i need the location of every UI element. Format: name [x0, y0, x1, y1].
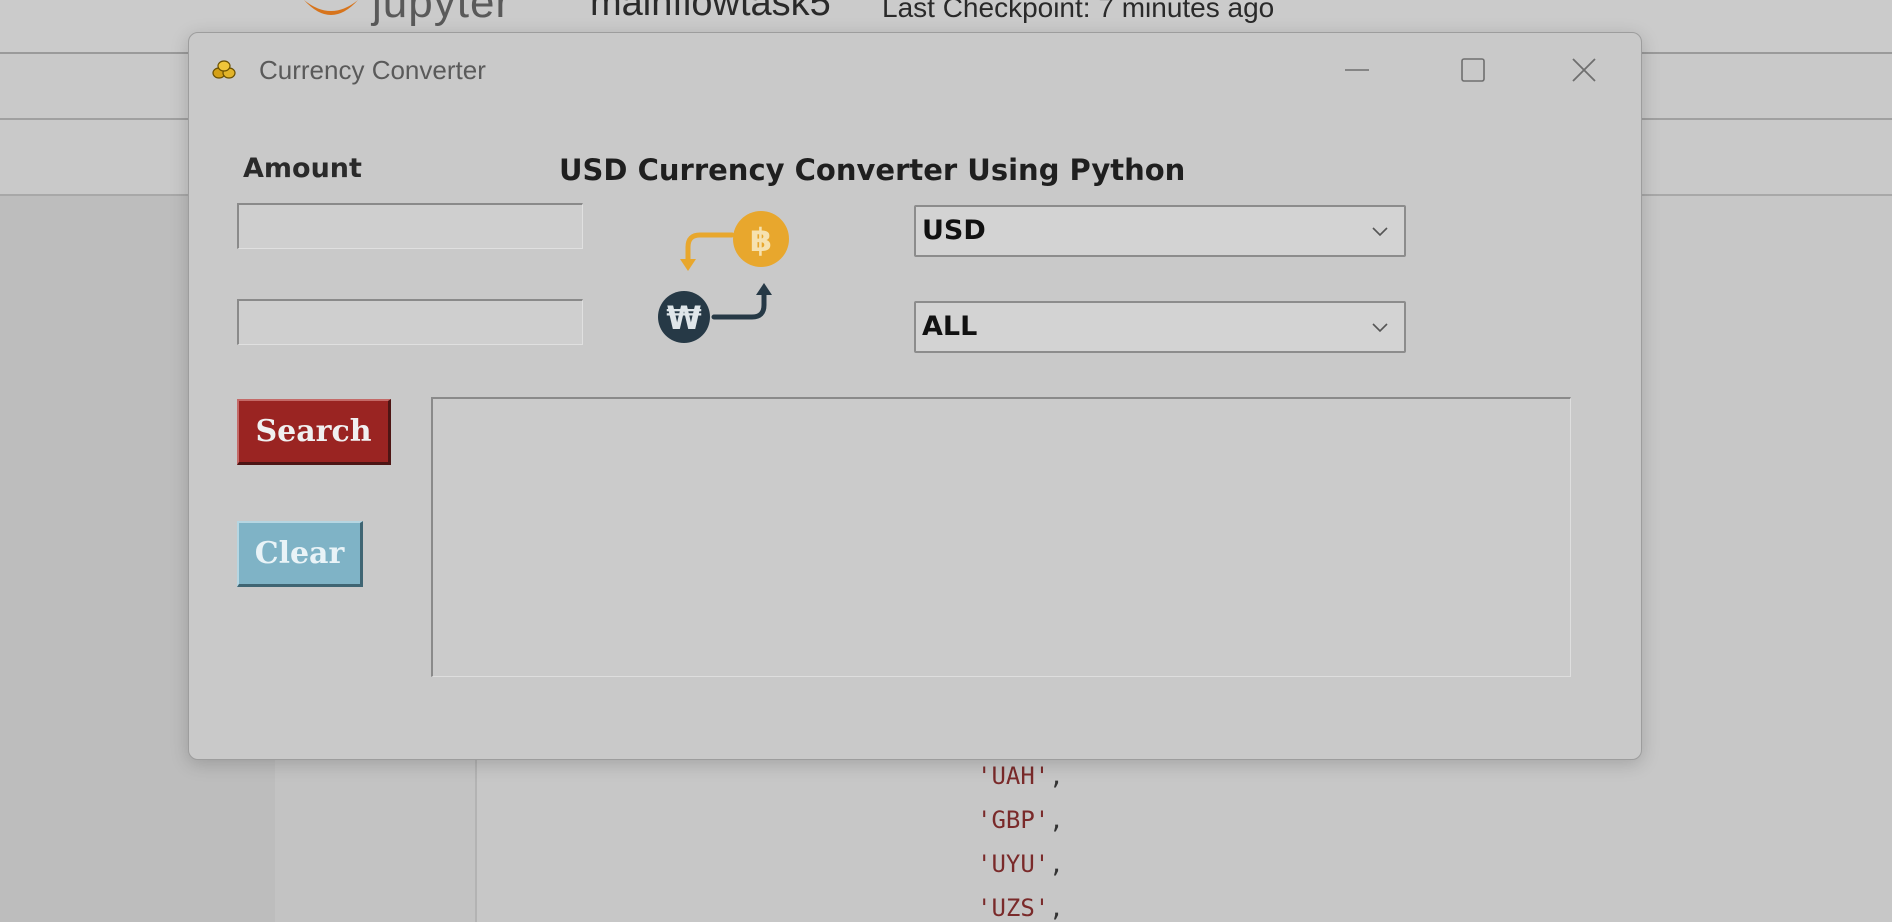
code-line: 'UAH', — [977, 762, 1064, 790]
close-icon — [1572, 58, 1596, 82]
code-string: 'GBP' — [977, 806, 1050, 834]
minimize-icon — [1345, 69, 1369, 71]
amount-input[interactable] — [237, 203, 583, 249]
svg-text:₩: ₩ — [666, 299, 701, 337]
window-title: Currency Converter — [259, 55, 486, 85]
minimize-button[interactable] — [1337, 53, 1377, 87]
output-text-area[interactable] — [431, 397, 1571, 677]
close-button[interactable] — [1564, 53, 1604, 87]
currency-converter-window: Currency Converter Amount USD Currency C… — [188, 32, 1642, 760]
window-titlebar[interactable]: Currency Converter — [189, 33, 1641, 107]
checkpoint-status: Last Checkpoint: 7 minutes ago — [882, 0, 1275, 23]
search-button[interactable]: Search — [237, 399, 391, 465]
svg-text:฿: ฿ — [750, 221, 772, 259]
to-currency-value: ALL — [922, 311, 978, 342]
jupyter-logo-icon — [304, 0, 358, 15]
code-line: 'GBP', — [977, 806, 1064, 834]
code-string: 'UZS' — [977, 894, 1050, 922]
code-string: 'UYU' — [977, 850, 1050, 878]
screen: jupyter mainflowtask5 Last Checkpoint: 7… — [0, 0, 1892, 922]
cell-prompt-area — [275, 740, 477, 922]
converted-amount-field[interactable] — [237, 299, 583, 345]
maximize-icon — [1461, 58, 1485, 82]
from-currency-select[interactable]: USD — [914, 205, 1406, 257]
code-line: 'UYU', — [977, 850, 1064, 878]
code-line: 'UZS', — [977, 894, 1064, 922]
clear-button[interactable]: Clear — [237, 521, 363, 587]
chevron-down-icon — [1372, 227, 1388, 237]
maximize-button[interactable] — [1453, 53, 1493, 87]
code-string: 'UAH' — [977, 762, 1050, 790]
notebook-name[interactable]: mainflowtask5 — [590, 0, 831, 25]
from-currency-value: USD — [922, 215, 986, 246]
page-title: USD Currency Converter Using Python — [559, 153, 1186, 187]
jupyter-brand: jupyter — [372, 0, 512, 27]
amount-label: Amount — [243, 153, 362, 184]
chevron-down-icon — [1372, 323, 1388, 333]
to-currency-select[interactable]: ALL — [914, 301, 1406, 353]
coins-icon — [212, 60, 236, 79]
currency-exchange-icon: ฿ ₩ — [658, 211, 789, 343]
